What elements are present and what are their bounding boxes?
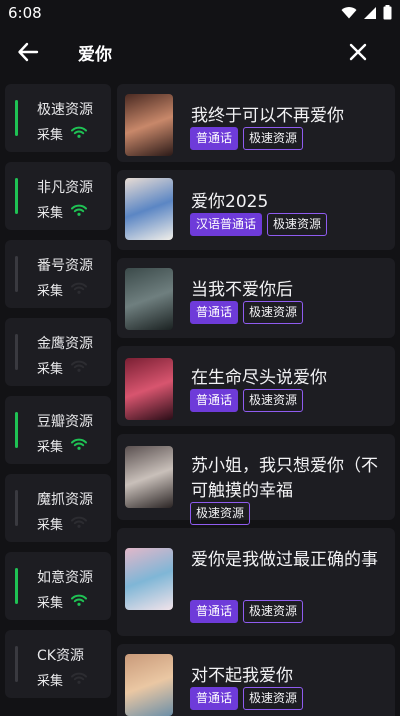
source-status: 采集	[37, 596, 64, 611]
result-tag: 汉语普通话	[190, 213, 263, 236]
source-sidebar: 极速资源 采集 非凡资源 采集 番号资源 采集 金鹰资源 采集 豆瓣资源 采集 魔抓资源 采集 如意资源…	[5, 84, 111, 708]
result-tag: 极速资源	[243, 687, 304, 710]
source-name: 极速资源	[37, 102, 93, 118]
result-tags: 汉语普通话 极速资源	[190, 213, 328, 236]
result-tag: 普通话	[190, 687, 239, 710]
wifi-icon	[71, 516, 87, 528]
cell-signal-icon	[364, 6, 376, 19]
result-card[interactable]: 我终于可以不再爱你 普通话 极速资源	[117, 84, 395, 162]
result-card[interactable]: 爱你是我做过最正确的事 普通话 极速资源	[117, 528, 395, 636]
result-tag: 普通话	[190, 127, 239, 150]
poster-image	[125, 358, 173, 420]
result-card[interactable]: 对不起我爱你 普通话 极速资源	[117, 644, 395, 716]
result-tags: 极速资源	[190, 502, 251, 525]
wifi-icon	[71, 594, 87, 606]
status-bar: 6:08	[0, 0, 400, 28]
source-item[interactable]: 极速资源 采集	[5, 84, 111, 152]
result-card[interactable]: 爱你2025 汉语普通话 极速资源	[117, 170, 395, 250]
result-card[interactable]: 在生命尽头说爱你 普通话 极速资源	[117, 346, 395, 426]
source-name: CK资源	[37, 648, 84, 664]
result-tags: 普通话 极速资源	[190, 127, 304, 150]
source-indicator	[15, 412, 18, 448]
poster-image	[125, 654, 173, 716]
source-indicator	[15, 334, 18, 370]
poster-image	[125, 548, 173, 610]
source-indicator	[15, 256, 18, 292]
poster-image	[125, 268, 173, 330]
battery-icon	[383, 5, 392, 20]
arrow-left-icon	[18, 42, 39, 62]
result-list: 我终于可以不再爱你 普通话 极速资源 爱你2025 汉语普通话 极速资源 当我不爱你后 普通话…	[117, 84, 395, 716]
source-item[interactable]: CK资源采集	[5, 630, 111, 698]
wifi-icon	[71, 204, 87, 216]
result-card[interactable]: 苏小姐，我只想爱你（不可触摸的幸福 极速资源	[117, 434, 395, 525]
source-item[interactable]: 如意资源 采集	[5, 552, 111, 620]
wifi-icon	[71, 282, 87, 294]
result-title: 在生命尽头说爱你	[191, 368, 327, 388]
source-name: 如意资源	[37, 570, 93, 586]
result-title: 苏小姐，我只想爱你（不可触摸的幸福	[191, 456, 378, 501]
result-tag: 极速资源	[190, 502, 251, 525]
wifi-status-icon	[341, 7, 357, 19]
source-status: 采集	[37, 128, 64, 143]
source-name: 番号资源	[37, 258, 93, 274]
result-tag: 极速资源	[243, 301, 304, 324]
result-tag: 极速资源	[243, 600, 304, 623]
wifi-icon	[71, 126, 87, 138]
source-status: 采集	[37, 284, 64, 299]
result-title: 爱你2025	[191, 192, 269, 212]
result-tags: 普通话 极速资源	[190, 600, 304, 623]
source-item[interactable]: 非凡资源 采集	[5, 162, 111, 230]
source-item[interactable]: 番号资源 采集	[5, 240, 111, 308]
source-status: 采集	[37, 674, 64, 689]
result-tags: 普通话 极速资源	[190, 389, 304, 412]
source-name: 魔抓资源	[37, 492, 93, 508]
source-indicator	[15, 568, 18, 604]
result-tag: 普通话	[190, 600, 239, 623]
source-item[interactable]: 金鹰资源 采集	[5, 318, 111, 386]
source-name: 豆瓣资源	[37, 414, 93, 430]
result-tags: 普通话 极速资源	[190, 301, 304, 324]
source-name: 非凡资源	[37, 180, 93, 196]
result-title: 对不起我爱你	[191, 666, 293, 686]
status-time: 6:08	[8, 4, 42, 22]
source-status: 采集	[37, 440, 64, 455]
result-title: 我终于可以不再爱你	[191, 106, 344, 126]
wifi-icon	[71, 360, 87, 372]
poster-image	[125, 178, 173, 240]
result-tag: 极速资源	[267, 213, 328, 236]
source-item[interactable]: 魔抓资源 采集	[5, 474, 111, 542]
status-icons	[341, 5, 392, 20]
result-tags: 普通话 极速资源	[190, 687, 304, 710]
result-tag: 普通话	[190, 301, 239, 324]
page-title: 爱你	[78, 45, 112, 65]
result-title: 爱你是我做过最正确的事	[191, 550, 378, 570]
close-icon	[349, 43, 367, 61]
source-indicator	[15, 646, 18, 682]
result-tag: 极速资源	[243, 127, 304, 150]
source-status: 采集	[37, 362, 64, 377]
result-card[interactable]: 当我不爱你后 普通话 极速资源	[117, 258, 395, 338]
back-button[interactable]	[14, 38, 42, 66]
close-button[interactable]	[344, 38, 372, 66]
source-indicator	[15, 490, 18, 526]
poster-image	[125, 446, 173, 508]
result-tag: 极速资源	[243, 389, 304, 412]
result-tag: 普通话	[190, 389, 239, 412]
source-indicator	[15, 100, 18, 136]
result-title: 当我不爱你后	[191, 280, 293, 300]
wifi-icon	[71, 672, 87, 684]
source-indicator	[15, 178, 18, 214]
app-bar: 爱你	[0, 28, 400, 76]
poster-image	[125, 94, 173, 156]
source-item[interactable]: 豆瓣资源 采集	[5, 396, 111, 464]
source-name: 金鹰资源	[37, 336, 93, 352]
source-status: 采集	[37, 518, 64, 533]
wifi-icon	[71, 438, 87, 450]
source-status: 采集	[37, 206, 64, 221]
